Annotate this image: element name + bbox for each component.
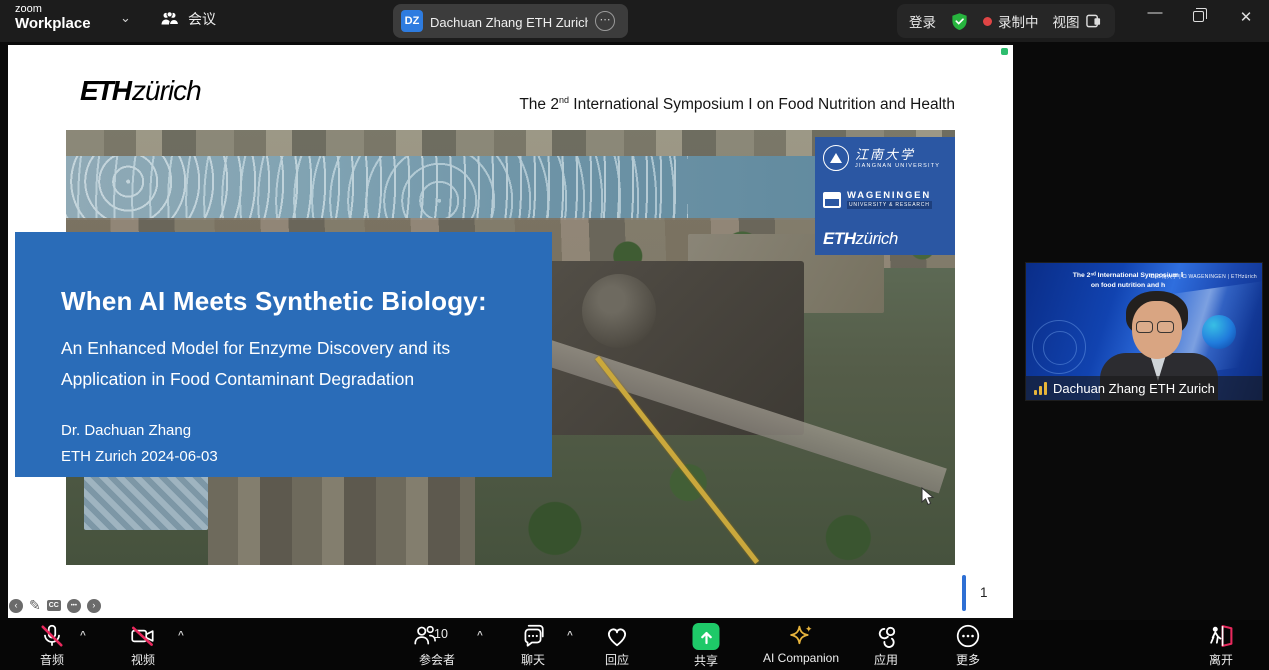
photo-river-sparkle: [66, 156, 688, 220]
partner-logos-box: 江南大学 JIANGNAN UNIVERSITY WAGENINGEN UNIV…: [815, 137, 955, 255]
participant-name: Dachuan Zhang ETH Zurich: [1053, 381, 1215, 396]
avatar: DZ: [401, 10, 423, 32]
heart-icon: [604, 623, 631, 649]
reactions-button[interactable]: 回应: [604, 623, 631, 668]
chat-bubble-icon: [520, 623, 546, 649]
speaker-glasses: [1136, 321, 1178, 333]
slide-title-card: When AI Meets Synthetic Biology: An Enha…: [15, 232, 552, 477]
minimize-button[interactable]: —: [1141, 4, 1169, 21]
annotation-toolbar: ‹ ✎ CC ••• ›: [9, 597, 101, 614]
zoom-workplace-logo: zoom Workplace: [15, 4, 91, 31]
next-arrow-icon[interactable]: ›: [87, 599, 101, 613]
chat-options-caret[interactable]: ^: [567, 630, 573, 641]
share-tab-title: Dachuan Zhang ETH Zurich的屏幕共享: [430, 12, 588, 31]
wageningen-logo: WAGENINGEN UNIVERSITY & RESEARCH: [823, 191, 947, 210]
cc-icon[interactable]: CC: [47, 600, 61, 611]
symposium-title: The 2nd International Symposium I on Foo…: [519, 95, 955, 114]
recording-indicator[interactable]: 录制中: [983, 11, 1039, 31]
page-number: 1: [980, 585, 988, 600]
share-screen-icon: [693, 623, 720, 650]
signin-button[interactable]: 登录: [909, 11, 936, 31]
slide-subtitle: An Enhanced Model for Enzyme Discovery a…: [61, 333, 522, 395]
page-indicator-bar: [962, 575, 966, 611]
audio-level-icon: [1034, 382, 1047, 395]
ai-companion-button[interactable]: AI Companion: [763, 623, 839, 665]
titlebar: zoom Workplace ⌄ 会议 DZ Dachuan Zhang ETH…: [0, 0, 1269, 42]
audio-options-caret[interactable]: ^: [80, 630, 86, 641]
apps-icon: [873, 623, 899, 649]
photo-buildings-bottom: [208, 469, 475, 565]
video-button[interactable]: 视频: [129, 623, 157, 668]
view-layout-icon: [1086, 14, 1101, 28]
meeting-toolbar: 音频 ^ 视频 ^ 10 参会者 ^: [0, 620, 1269, 670]
shared-screen-stage: ETHzürich The 2nd International Symposiu…: [0, 42, 1269, 620]
titlebar-right-group: 登录 录制中 视图: [897, 4, 1115, 38]
meeting-label: 会议: [188, 9, 216, 29]
chat-button[interactable]: 聊天: [520, 623, 546, 668]
photo-dome: [582, 274, 656, 348]
jiangnan-emblem-icon: [823, 145, 849, 171]
slide-affiliation-date: ETH Zurich 2024-06-03: [61, 448, 522, 465]
annotation-active-dot: [1001, 48, 1008, 55]
slide-title: When AI Meets Synthetic Biology:: [61, 286, 522, 317]
restore-button[interactable]: [1193, 11, 1204, 22]
leave-button[interactable]: 离开: [1208, 623, 1235, 668]
participant-name-bar: Dachuan Zhang ETH Zurich: [1026, 376, 1262, 400]
chevron-down-icon[interactable]: ⌄: [120, 10, 131, 26]
zoom-window: zoom Workplace ⌄ 会议 DZ Dachuan Zhang ETH…: [0, 0, 1269, 670]
active-share-tab[interactable]: DZ Dachuan Zhang ETH Zurich的屏幕共享 ⋯: [393, 4, 628, 38]
tab-more-icon[interactable]: ⋯: [595, 11, 615, 31]
participants-count: 10: [434, 627, 448, 641]
audio-button[interactable]: 音频: [39, 623, 65, 668]
participants-options-caret[interactable]: ^: [477, 630, 483, 641]
wageningen-mark-icon: [823, 192, 841, 208]
participants-button[interactable]: 10 参会者: [412, 623, 462, 668]
eth-logo-white: ETHzürich: [823, 229, 947, 249]
shield-check-icon[interactable]: [950, 11, 969, 32]
prev-arrow-icon[interactable]: ‹: [9, 599, 23, 613]
more-button[interactable]: 更多: [955, 623, 981, 668]
shared-slide: ETHzürich The 2nd International Symposiu…: [8, 45, 1013, 618]
record-dot-icon: [983, 17, 992, 26]
camera-muted-icon: [129, 623, 157, 649]
apps-button[interactable]: 应用: [873, 623, 899, 668]
jiangnan-logo: 江南大学 JIANGNAN UNIVERSITY: [823, 145, 947, 171]
mouse-cursor: [920, 487, 936, 507]
close-button[interactable]: ✕: [1232, 8, 1260, 26]
video-options-caret[interactable]: ^: [178, 630, 184, 641]
background-rings: [1032, 320, 1086, 374]
meeting-tab[interactable]: 会议: [160, 9, 216, 29]
view-button[interactable]: 视图: [1053, 11, 1101, 31]
pencil-icon[interactable]: ✎: [29, 597, 41, 614]
slide-author: Dr. Dachuan Zhang: [61, 422, 522, 439]
share-button[interactable]: 共享: [693, 623, 720, 669]
more-ellipsis-icon: [955, 623, 981, 649]
eth-zurich-logo: ETHzürich: [80, 75, 201, 107]
leave-door-icon: [1208, 623, 1235, 649]
ai-sparkle-icon: [787, 623, 814, 649]
mic-muted-icon: [39, 623, 65, 649]
more-dots-icon[interactable]: •••: [67, 599, 81, 613]
people-icon: [160, 11, 180, 27]
speaker-video-thumbnail[interactable]: The 2ⁿᵈ International Symposium Ⅰ on foo…: [1026, 263, 1262, 400]
virtual-bg-logos-strip: 🞐 江南大学 | 🞐 WAGENINGEN | ETHzürich: [1150, 273, 1257, 280]
